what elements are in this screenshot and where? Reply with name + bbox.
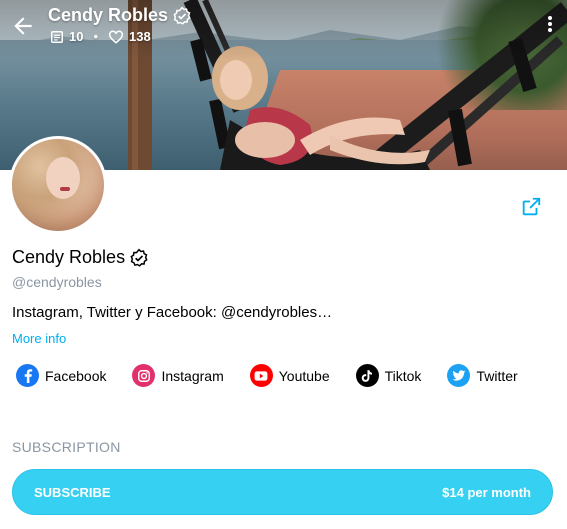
avatar-photo-lips [60,187,70,191]
profile-handle: @cendyrobles [12,274,102,290]
stats-separator: • [93,29,99,44]
social-link-twitter[interactable]: Twitter [447,364,518,387]
more-info-link[interactable]: More info [12,331,66,346]
verified-badge-icon [173,6,191,25]
heart-icon [108,30,124,44]
social-link-tiktok[interactable]: Tiktok [355,364,422,387]
instagram-icon [132,364,156,387]
subscribe-button[interactable]: SUBSCRIBE $14 per month [12,469,553,515]
youtube-icon [249,364,273,387]
social-label: Facebook [45,367,107,384]
facebook-icon [16,364,39,387]
social-label: Tiktok [384,367,422,384]
verified-badge-icon [130,248,148,267]
social-links: Facebook Instagram Youtube Tiktok Twitte… [16,364,544,387]
avatar[interactable] [9,136,107,234]
header-stats: 10 • 138 [50,29,151,44]
header-title: Cendy Robles [48,5,169,25]
twitter-icon [447,364,471,387]
subscribe-label: SUBSCRIBE [34,484,111,500]
back-arrow-icon[interactable] [10,13,36,39]
avatar-photo-face [46,157,80,199]
social-label: Youtube [278,367,330,384]
tiktok-icon [355,364,379,387]
more-options-icon[interactable] [545,14,555,34]
social-label: Instagram [161,367,224,384]
likes-count: 138 [129,29,151,44]
share-icon[interactable] [520,196,542,218]
header-title-row: Cendy Robles [48,5,192,26]
subscription-section-title: SUBSCRIPTION [12,439,121,455]
profile-name: Cendy Robles [12,247,126,267]
posts-icon [51,30,63,43]
avatar-photo [12,139,104,231]
posts-count: 10 [69,29,84,44]
social-link-facebook[interactable]: Facebook [16,364,106,387]
social-link-instagram[interactable]: Instagram [132,364,224,387]
subscribe-price: $14 per month [442,484,531,500]
posts-stat: 10 [50,29,83,44]
profile-bio: Instagram, Twitter y Facebook: @cendyrob… [12,304,333,321]
profile-name-row: Cendy Robles [12,247,149,268]
top-bar: Cendy Robles 10 • 138 [0,0,567,56]
likes-stat: 138 [108,29,151,44]
social-label: Twitter [476,367,518,384]
social-link-youtube[interactable]: Youtube [249,364,330,387]
